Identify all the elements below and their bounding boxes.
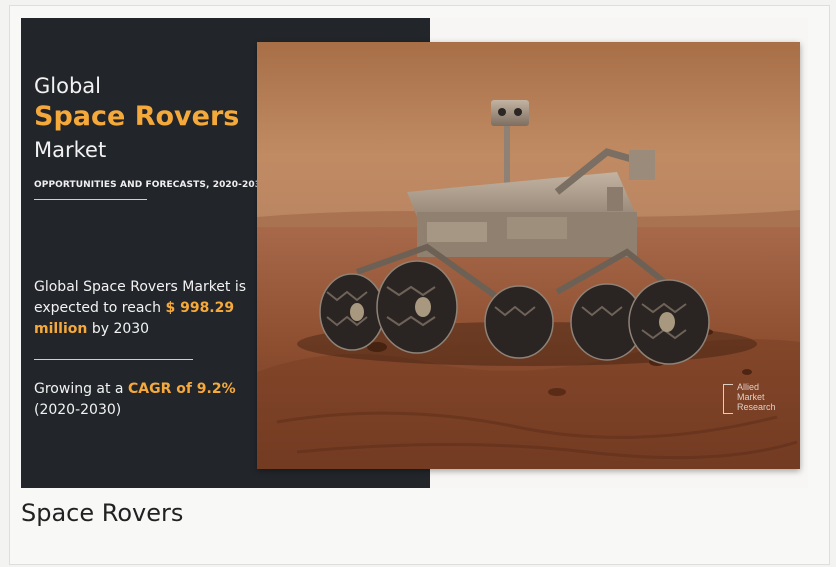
forecast-subtitle: OPPORTUNITIES AND FORECASTS, 2020-2030 [34,180,268,190]
market-infographic: Global Space Rovers Market OPPORTUNITIES… [21,18,808,488]
growth-period: (2020-2030) [34,402,122,418]
mars-rover-photo: Allied Market Research [257,42,800,469]
title-global: Global [34,74,101,98]
divider [34,359,193,360]
logo-icon [723,384,733,414]
cagr-statement: Growing at a CAGR of 9.2% (2020-2030) [34,379,264,421]
title-highlight: Space Rovers [34,101,240,132]
rover-illustration [257,42,800,469]
reach-year: by 2030 [87,321,150,337]
title-market: Market [34,138,107,162]
cagr-value: CAGR of 9.2% [127,381,236,397]
allied-market-research-logo: Allied Market Research [723,382,793,422]
watermark-text: Allied Market Research [737,382,776,412]
growth-text: Growing at a [34,381,128,397]
image-caption: Space Rovers [21,499,184,527]
market-size-statement: Global Space Rovers Market is expected t… [34,277,259,340]
divider [34,199,147,200]
